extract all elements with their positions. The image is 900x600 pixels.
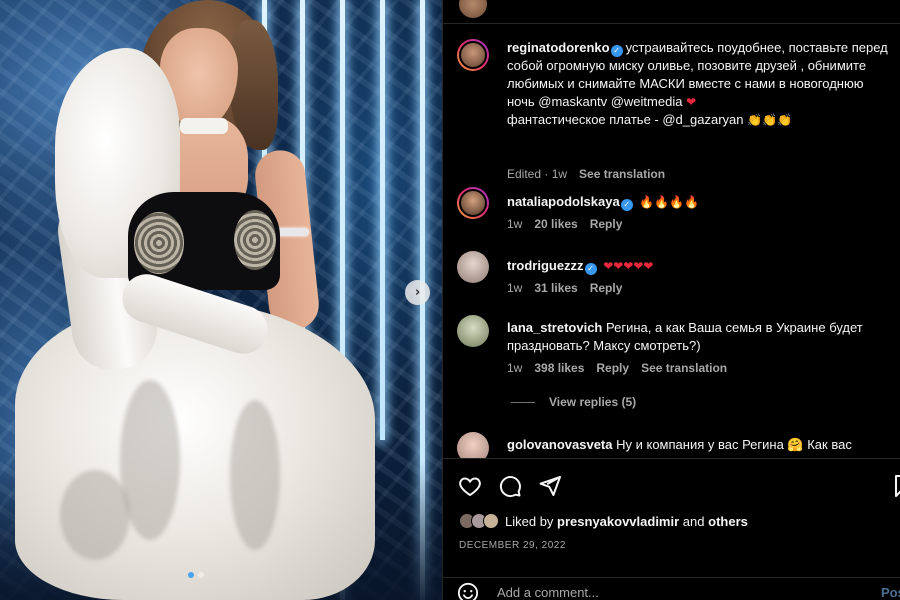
bodice-rose <box>134 212 184 274</box>
reply-button[interactable]: Reply <box>590 217 623 231</box>
liked-avatars <box>459 513 499 529</box>
carousel-dots <box>188 572 204 578</box>
post-actions: Liked by presnyakovvladimir and others D… <box>443 458 900 600</box>
view-replies-label: View replies (5) <box>549 395 637 409</box>
avatar[interactable] <box>457 251 489 283</box>
clap-emoji: 👏👏👏 <box>747 113 792 127</box>
chevron-right-icon: › <box>414 285 421 300</box>
neon-light <box>380 0 385 440</box>
liked-by-row: Liked by presnyakovvladimir and others <box>459 513 748 529</box>
comment-age: 1w <box>507 361 523 375</box>
post-comment-button[interactable]: Post <box>881 585 900 600</box>
comment-button[interactable] <box>497 473 523 499</box>
reply-button[interactable]: Reply <box>590 281 623 295</box>
avatar[interactable] <box>457 315 489 347</box>
liked-by-connector: and <box>682 513 705 529</box>
comment-icon <box>499 476 521 498</box>
caption-text-2: фантастическое платье - @d_gazaryan <box>507 112 744 127</box>
avatar[interactable] <box>457 187 489 219</box>
heart-emoji: ❤ <box>686 95 697 109</box>
comment-likes[interactable]: 31 likes <box>534 281 577 295</box>
carousel-dot <box>188 572 194 578</box>
emoji-icon[interactable] <box>457 582 479 600</box>
replies-divider <box>511 401 535 403</box>
share-button[interactable] <box>537 473 563 499</box>
caption-edited-meta: Edited · 1w <box>507 167 568 181</box>
comment-text: ❤❤❤❤❤ <box>603 259 654 273</box>
post-header <box>443 0 900 24</box>
comment-username[interactable]: lana_stretovich <box>507 320 602 335</box>
like-button[interactable] <box>457 473 483 499</box>
comment-likes[interactable]: 20 likes <box>534 217 577 231</box>
avatar[interactable] <box>457 432 489 458</box>
liked-by-user[interactable]: presnyakovvladimir <box>557 514 679 529</box>
reply-button[interactable]: Reply <box>596 361 629 375</box>
comment-username[interactable]: nataliapodolskaya <box>507 194 620 209</box>
comment-text: Ну и компания у вас Регина 🤗 Как вас <box>616 437 852 452</box>
verified-badge-icon: ✓ <box>584 263 597 275</box>
action-icons <box>457 473 563 499</box>
avatar[interactable] <box>457 0 489 20</box>
liked-by-others[interactable]: others <box>708 514 748 529</box>
dress-fold <box>60 470 130 560</box>
dress-skirt <box>15 300 375 600</box>
post-date: DECEMBER 29, 2022 <box>459 540 566 551</box>
bookmark-icon <box>894 475 900 497</box>
caption-username[interactable]: reginatodorenko <box>507 40 610 55</box>
post-detail-panel: reginatodorenko ✓ устраивайтесь поудобнее,… <box>442 0 900 600</box>
post-photo[interactable]: › <box>0 0 442 600</box>
see-translation-link[interactable]: See translation <box>641 361 727 375</box>
view-replies-button[interactable]: View replies (5) <box>511 395 636 409</box>
carousel-next-button[interactable]: › <box>405 280 430 305</box>
see-translation-link[interactable]: See translation <box>579 167 665 181</box>
heart-icon <box>459 477 481 497</box>
verified-badge-icon: ✓ <box>610 45 623 57</box>
comment-age: 1w <box>507 281 523 295</box>
avatar[interactable] <box>457 39 489 71</box>
carousel-dot <box>198 572 204 578</box>
comment-username[interactable]: trodriguezzz <box>507 258 584 273</box>
save-button[interactable] <box>888 473 900 499</box>
add-comment-input[interactable] <box>497 585 817 600</box>
comment-text: 🔥🔥🔥🔥 <box>639 195 700 209</box>
share-icon <box>539 476 561 496</box>
liked-by-prefix: Liked by <box>505 513 554 529</box>
comments-list[interactable]: reginatodorenko ✓ устраивайтесь поудобнее,… <box>443 24 900 458</box>
avatar <box>483 513 499 529</box>
comment-age: 1w <box>507 217 523 231</box>
choker <box>180 118 228 134</box>
bracelet <box>275 228 309 236</box>
comment-username[interactable]: golovanovasveta <box>507 437 613 452</box>
add-comment-bar: Post <box>443 577 900 600</box>
dress-fold <box>230 400 280 550</box>
bodice-rose <box>234 210 276 270</box>
comment-likes[interactable]: 398 likes <box>534 361 584 375</box>
verified-badge-icon: ✓ <box>620 199 633 211</box>
